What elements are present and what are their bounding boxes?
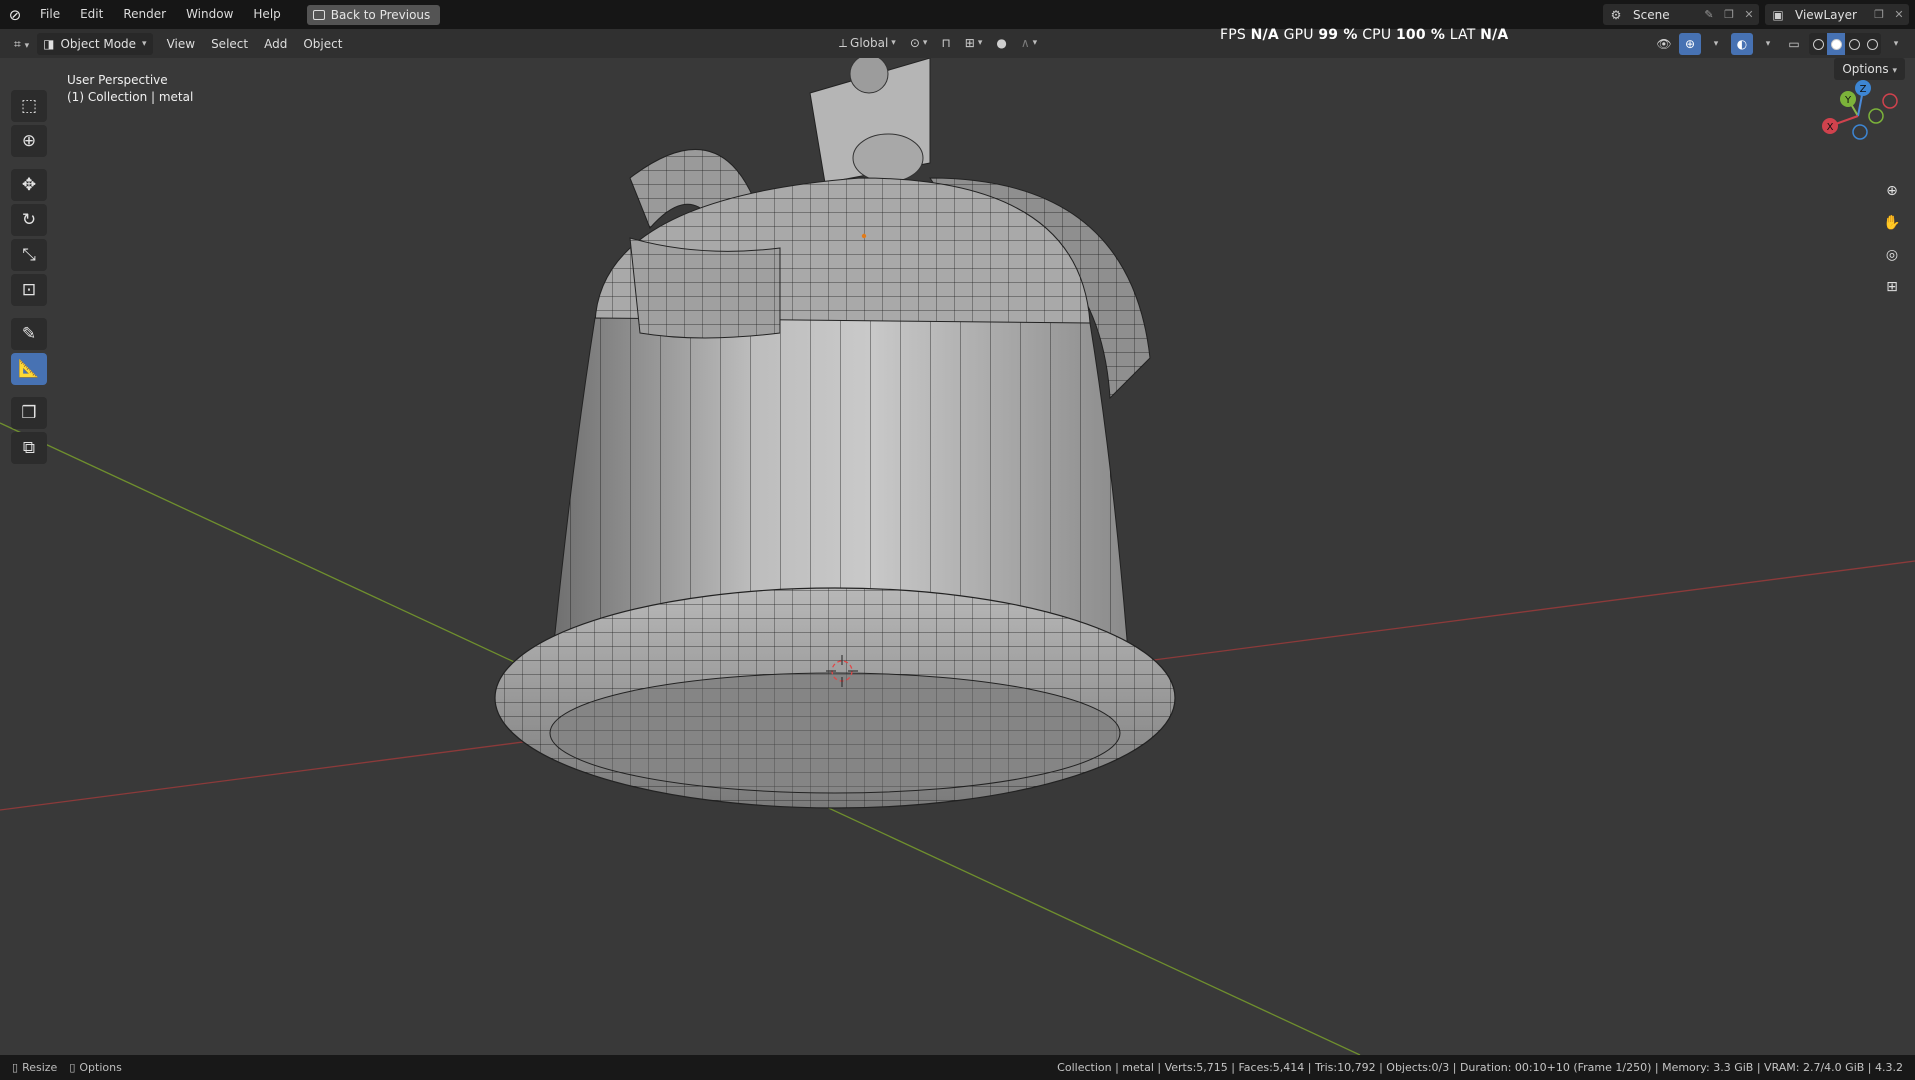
pin-icon[interactable]: ✎: [1699, 4, 1719, 25]
svg-text:Z: Z: [1860, 84, 1867, 95]
measure-tool[interactable]: 📐: [11, 353, 47, 385]
menu-window[interactable]: Window: [176, 0, 243, 29]
proportional-falloff-dropdown[interactable]: ∧ ▾: [1017, 32, 1041, 54]
snap-toggle[interactable]: ⊓: [937, 32, 954, 54]
menu-help[interactable]: Help: [243, 0, 290, 29]
mouse-icon: ▯: [12, 1061, 19, 1074]
chevron-down-icon: ▾: [891, 38, 896, 48]
viewport-header: ⌗ ▾ ◨ Object Mode ▾ View Select Add Obje…: [0, 29, 1915, 58]
scene-name: Scene: [1633, 7, 1670, 22]
tool-shelf: ⬚ ⊕ ✥ ↻ ⤡ ⊡ ✎ 📐 ❒ ⧉: [11, 90, 48, 464]
header-menu-view[interactable]: View: [159, 33, 203, 55]
fps-value: N/A: [1250, 27, 1279, 43]
overlays-toggle[interactable]: ◐: [1731, 33, 1753, 55]
fps-label: FPS: [1220, 27, 1246, 43]
select-box-tool[interactable]: ⬚: [11, 90, 47, 122]
new-view-layer-icon[interactable]: ❐: [1869, 4, 1889, 25]
cursor-tool[interactable]: ⊕: [11, 125, 47, 157]
editor-type-button[interactable]: ⌗ ▾: [0, 33, 37, 55]
delete-view-layer-icon[interactable]: ✕: [1889, 4, 1909, 25]
gizmo-toggle[interactable]: ⊕: [1679, 33, 1701, 55]
performance-stats: FPS N/A GPU 99 % CPU 100 % LAT N/A: [1220, 27, 1508, 43]
viewport-navigation: ⊕ ✋ ◎ ⊞: [1879, 178, 1905, 300]
svg-text:X: X: [1827, 122, 1834, 133]
xray-toggle[interactable]: ▭: [1783, 33, 1805, 55]
chevron-down-icon: ▾: [142, 38, 147, 49]
cpu-value: 100 %: [1395, 27, 1446, 43]
camera-view-icon[interactable]: ◎: [1879, 242, 1905, 268]
mouse-icon: ▯: [69, 1061, 76, 1074]
view-layer-name: ViewLayer: [1795, 7, 1857, 22]
view-layer-icon: ▣: [1772, 7, 1784, 22]
menu-edit[interactable]: Edit: [70, 0, 113, 29]
gizmo-dropdown[interactable]: ▾: [1705, 33, 1727, 55]
back-to-previous-button[interactable]: Back to Previous: [306, 4, 441, 25]
screen-icon: [312, 9, 325, 20]
scale-tool[interactable]: ⤡: [11, 239, 47, 271]
topbar-right-group: ⚙ Scene ✎ ❐ ✕ ▣ ViewLayer ❐ ✕: [1603, 4, 1909, 25]
cpu-label: CPU: [1362, 27, 1392, 43]
back-to-previous-label: Back to Previous: [330, 7, 431, 22]
add-object-tool[interactable]: ⧉: [11, 432, 47, 464]
visibility-icon[interactable]: 👁: [1653, 33, 1675, 55]
delete-scene-icon[interactable]: ✕: [1739, 4, 1759, 25]
viewport-display-tools: 👁 ⊕ ▾ ◐ ▾ ▭ ▾: [1653, 33, 1907, 55]
viewport-options-button[interactable]: Options ▾: [1834, 58, 1905, 80]
orientation-icon: ⟂: [839, 35, 848, 50]
view-perspective-label: User Perspective: [67, 73, 168, 87]
rotate-tool[interactable]: ↻: [11, 204, 47, 236]
scene-icon: ⚙: [1610, 7, 1622, 22]
header-menu-object[interactable]: Object: [295, 33, 350, 55]
pan-hand-icon[interactable]: ✋: [1879, 210, 1905, 236]
menu-render[interactable]: Render: [113, 0, 176, 29]
3d-viewport[interactable]: X Y Z User Perspective (1) Collection | …: [0, 58, 1915, 1055]
resize-label: Resize: [22, 1061, 58, 1074]
snap-target-dropdown[interactable]: ⊞ ▾: [961, 32, 987, 54]
transform-orientation-dropdown[interactable]: ⟂ Global ▾: [835, 32, 900, 54]
shading-dropdown[interactable]: ▾: [1885, 33, 1907, 55]
svg-text:Y: Y: [1844, 95, 1852, 106]
transform-tools: ⟂ Global ▾ ⊙ ▾ ⊓ ⊞ ▾ ● ∧ ▾: [835, 32, 1041, 54]
options-hint: ▯ Options: [69, 1061, 122, 1074]
options-label: Options: [1842, 62, 1889, 76]
mode-label: Object Mode: [60, 36, 137, 51]
navigation-gizmo: X Y Z: [1822, 80, 1898, 140]
lat-value: N/A: [1480, 27, 1509, 43]
move-tool[interactable]: ✥: [11, 169, 47, 201]
zoom-icon[interactable]: ⊕: [1879, 178, 1905, 204]
pivot-point-dropdown[interactable]: ⊙ ▾: [906, 32, 932, 54]
header-menu-select[interactable]: Select: [203, 33, 256, 55]
header-menu-add[interactable]: Add: [256, 33, 295, 55]
perspective-grid-icon[interactable]: ⊞: [1879, 274, 1905, 300]
gpu-value: 99 %: [1318, 27, 1358, 43]
wireframe-shading-button[interactable]: [1809, 33, 1827, 55]
add-cube-tool[interactable]: ❒: [11, 397, 47, 429]
gpu-label: GPU: [1283, 27, 1314, 43]
options-hint-label: Options: [79, 1061, 122, 1074]
orientation-label: Global: [850, 36, 889, 50]
active-collection-label: (1) Collection | metal: [67, 90, 194, 104]
scene-selector[interactable]: ⚙ Scene ✎ ❐ ✕: [1603, 4, 1759, 25]
new-scene-icon[interactable]: ❐: [1719, 4, 1739, 25]
annotate-tool[interactable]: ✎: [11, 318, 47, 350]
mode-dropdown[interactable]: ◨ Object Mode ▾: [37, 32, 153, 55]
menu-file[interactable]: File: [30, 0, 70, 29]
view-layer-selector[interactable]: ▣ ViewLayer ❐ ✕: [1765, 4, 1909, 25]
transform-tool[interactable]: ⊡: [11, 274, 47, 306]
resize-hint: ▯ Resize: [12, 1061, 57, 1074]
status-bar: ▯ Resize ▯ Options Collection | metal | Ve…: [0, 1055, 1915, 1080]
lat-label: LAT: [1449, 27, 1476, 43]
proportional-edit-toggle[interactable]: ●: [992, 32, 1010, 54]
material-shading-button[interactable]: [1845, 33, 1863, 55]
solid-shading-button[interactable]: [1827, 33, 1845, 55]
scene-statistics: Collection | metal | Verts:5,715 | Faces…: [1057, 1061, 1903, 1074]
top-menu-bar: ⊘ File Edit Render Window Help Back to P…: [0, 0, 1915, 29]
overlays-dropdown[interactable]: ▾: [1757, 33, 1779, 55]
object-mode-icon: ◨: [43, 36, 55, 51]
blender-logo-icon[interactable]: ⊘: [0, 0, 30, 29]
viewport-scene: X Y Z: [0, 58, 1915, 1055]
shading-modes: [1809, 33, 1881, 55]
rendered-shading-button[interactable]: [1863, 33, 1881, 55]
